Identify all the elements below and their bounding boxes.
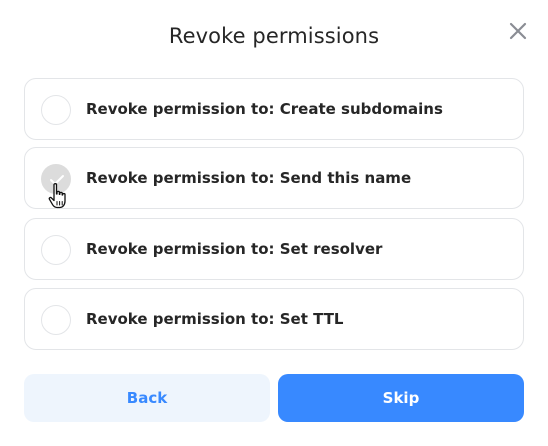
radio-create-subdomains[interactable] xyxy=(41,95,71,125)
check-icon xyxy=(50,175,64,185)
option-send-this-name[interactable]: Revoke permission to: Send this name xyxy=(24,147,524,209)
option-create-subdomains[interactable]: Revoke permission to: Create subdomains xyxy=(24,78,524,140)
option-set-resolver[interactable]: Revoke permission to: Set resolver xyxy=(24,218,524,280)
back-button[interactable]: Back xyxy=(24,374,270,422)
option-label: Revoke permission to: Set resolver xyxy=(86,240,383,258)
option-set-ttl[interactable]: Revoke permission to: Set TTL xyxy=(24,288,524,350)
dialog-title: Revoke permissions xyxy=(168,24,380,48)
close-icon xyxy=(509,22,527,40)
option-label: Revoke permission to: Send this name xyxy=(86,169,412,187)
option-label: Revoke permission to: Set TTL xyxy=(86,310,344,328)
option-label: Revoke permission to: Create subdomains xyxy=(86,100,443,118)
radio-set-resolver[interactable] xyxy=(41,235,71,265)
radio-set-ttl[interactable] xyxy=(41,305,71,335)
close-button[interactable] xyxy=(505,18,531,44)
revoke-permissions-dialog: Revoke permissions Revoke permission to:… xyxy=(0,0,548,446)
radio-send-this-name[interactable] xyxy=(41,164,71,194)
skip-button[interactable]: Skip xyxy=(278,374,524,422)
